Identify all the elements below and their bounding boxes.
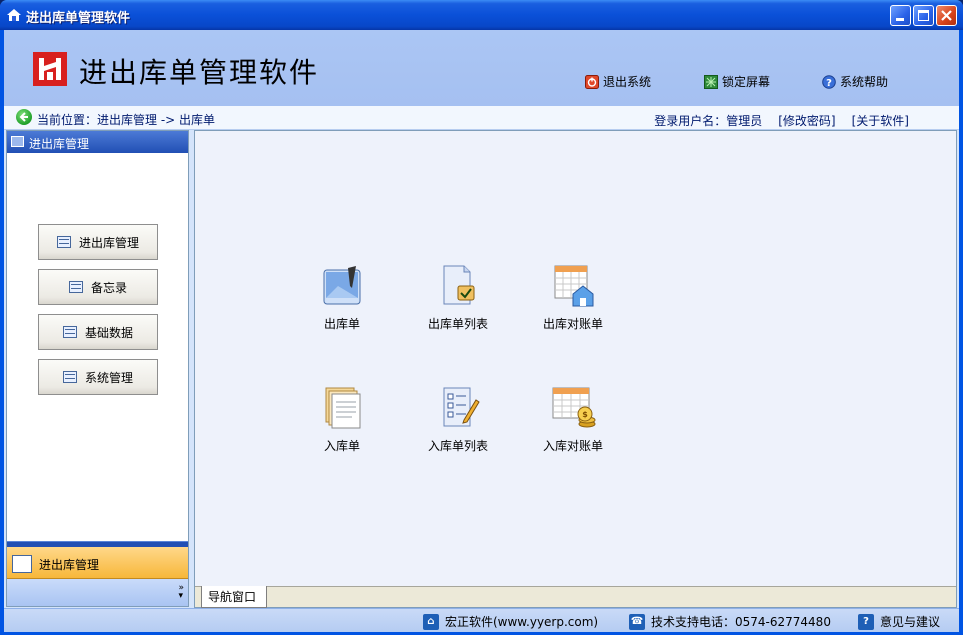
sidebar-header: 进出库管理: [7, 131, 188, 153]
app-logo: [33, 52, 67, 86]
svg-text:$: $: [582, 410, 588, 419]
sidebar-button-label: 进出库管理: [78, 235, 139, 250]
help-icon: ?: [822, 74, 836, 89]
sidebar-overflow-bar: » ▾: [7, 579, 188, 606]
sidebar-button-memo[interactable]: 备忘录: [38, 269, 158, 305]
shortcut-label: 入库单列表: [427, 439, 488, 453]
table-icon: [62, 371, 77, 383]
outbound-list-shortcut[interactable]: 出库单列表: [413, 264, 503, 332]
sidebar: 进出库管理 进出库管理 备忘录 基础数据 系统管理 进出库管理 » ▾: [6, 130, 189, 607]
maximize-button[interactable]: [913, 5, 934, 26]
close-button[interactable]: [936, 5, 957, 26]
tab-navigation-window[interactable]: 导航窗口: [201, 586, 268, 608]
company-text: 宏正软件(www.yyerp.com): [445, 615, 599, 629]
sidebar-header-title: 进出库管理: [29, 137, 90, 151]
navigation-panel: 出库单 出库单列表 出库对账单 入库单 入库单列表 $ 入库对账单 导航窗口: [194, 130, 957, 608]
app-title: 进出库单管理软件: [79, 56, 320, 89]
shortcut-label: 出库单列表: [427, 317, 488, 331]
app-window: 进出库单管理软件 进出库单管理软件 退出系统 锁定屏幕 ? 系统帮助 当前位置：…: [0, 0, 963, 635]
outbound-statement-icon: [554, 265, 594, 307]
location-bar: 当前位置：进出库管理 -> 出库单 登录用户名：管理员 [修改密码] [关于软件…: [4, 106, 959, 130]
home-icon: ⌂: [423, 613, 439, 630]
minimize-icon: [896, 18, 904, 21]
shortcut-label: 出库对账单: [542, 317, 603, 331]
sidebar-button-label: 备忘录: [90, 280, 127, 295]
status-bar: ⌂ 宏正软件(www.yyerp.com) ☎ 技术支持电话：0574-6277…: [4, 608, 959, 632]
lock-screen-label: 锁定屏幕: [722, 75, 771, 89]
shortcut-label: 出库单: [323, 317, 360, 331]
system-help-label: 系统帮助: [840, 75, 889, 89]
sidebar-button-label: 系统管理: [84, 370, 133, 385]
table-icon: [12, 555, 32, 573]
tab-bar: 导航窗口: [195, 586, 956, 608]
svg-text:?: ?: [826, 78, 832, 89]
inbound-statement-shortcut[interactable]: $ 入库对账单: [528, 386, 618, 454]
home-icon: [7, 9, 21, 21]
about-software-link[interactable]: [关于软件]: [852, 112, 909, 129]
feedback-link[interactable]: ? 意见与建议: [858, 613, 940, 630]
outbound-statement-shortcut[interactable]: 出库对账单: [528, 264, 618, 332]
sidebar-button-inout-management[interactable]: 进出库管理: [38, 224, 158, 260]
shortcut-label: 入库单: [323, 439, 360, 453]
exit-icon: [585, 74, 599, 89]
exit-system-link[interactable]: 退出系统: [585, 73, 651, 90]
lock-screen-icon: [704, 74, 718, 89]
title-bar[interactable]: 进出库单管理软件: [0, 0, 963, 30]
outbound-form-shortcut[interactable]: 出库单: [297, 264, 387, 332]
inbound-list-icon: [443, 387, 480, 427]
sidebar-group-label: 进出库管理: [39, 558, 100, 572]
client-area: 进出库单管理软件 退出系统 锁定屏幕 ? 系统帮助 当前位置：进出库管理 -> …: [4, 30, 959, 632]
back-arrow-icon[interactable]: [16, 109, 32, 125]
breadcrumb: 当前位置：进出库管理 -> 出库单: [37, 113, 216, 127]
phone-icon: ☎: [629, 613, 645, 630]
sidebar-button-system-management[interactable]: 系统管理: [38, 359, 158, 395]
table-icon: [11, 136, 24, 147]
chevron-down-icon[interactable]: » ▾: [178, 584, 184, 601]
inbound-list-shortcut[interactable]: 入库单列表: [413, 386, 503, 454]
user-info: 登录用户名：管理员 [修改密码] [关于软件]: [654, 112, 909, 129]
maximize-icon: [918, 10, 929, 21]
inbound-form-shortcut[interactable]: 入库单: [297, 386, 387, 454]
header-banner: 进出库单管理软件 退出系统 锁定屏幕 ? 系统帮助: [4, 30, 959, 106]
minimize-button[interactable]: [890, 5, 911, 26]
login-user-label: 登录用户名：管理员: [654, 114, 763, 128]
support-phone-text: 技术支持电话：0574-62774480: [651, 615, 831, 629]
question-icon: ?: [858, 613, 874, 630]
lock-screen-link[interactable]: 锁定屏幕: [704, 73, 770, 90]
exit-system-label: 退出系统: [603, 75, 652, 89]
window-title: 进出库单管理软件: [26, 11, 131, 26]
sidebar-group-inout-management[interactable]: 进出库管理: [7, 547, 188, 579]
system-help-link[interactable]: ? 系统帮助: [822, 73, 888, 90]
inbound-statement-icon: $: [552, 387, 596, 428]
outbound-form-icon: [323, 266, 361, 305]
company-link[interactable]: ⌂ 宏正软件(www.yyerp.com): [423, 613, 598, 630]
outbound-list-icon: [443, 265, 475, 305]
table-icon: [62, 326, 77, 338]
support-phone: ☎ 技术支持电话：0574-62774480: [629, 613, 831, 630]
table-icon: [56, 236, 71, 248]
inbound-form-icon: [325, 387, 361, 429]
shortcut-label: 入库对账单: [542, 439, 603, 453]
sidebar-button-label: 基础数据: [84, 325, 133, 340]
close-icon: [941, 10, 952, 21]
sidebar-button-basic-data[interactable]: 基础数据: [38, 314, 158, 350]
change-password-link[interactable]: [修改密码]: [778, 112, 835, 129]
table-icon: [68, 281, 83, 293]
feedback-text: 意见与建议: [880, 615, 941, 629]
